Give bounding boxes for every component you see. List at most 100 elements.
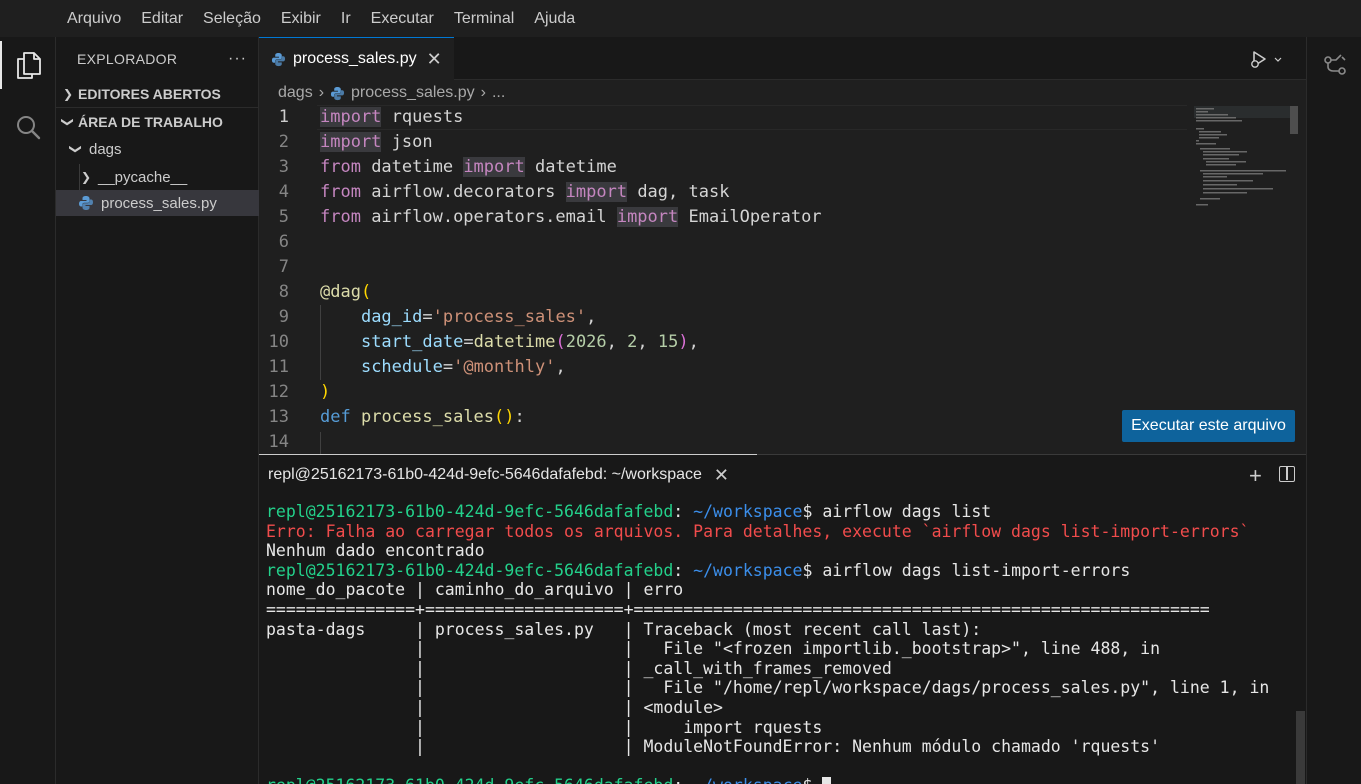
- close-terminal-icon[interactable]: ✕: [714, 465, 729, 486]
- table-row: | | File "<frozen importlib._bootstrap>"…: [266, 639, 1161, 659]
- more-actions-icon[interactable]: ···: [228, 50, 247, 68]
- explorer-title: EXPLORADOR: [77, 51, 178, 67]
- terminal-line: repl@25162173-61b0-424d-9efc-5646dafafeb…: [266, 560, 1131, 580]
- line-number: 14: [268, 432, 289, 452]
- menu-ajuda[interactable]: Ajuda: [524, 0, 585, 37]
- indent-guide: [320, 432, 321, 454]
- code-line: from airflow.operators.email import Emai…: [320, 207, 822, 227]
- code-editor[interactable]: 1 2 3 4 5 6 7 8 9 10 11 12 13 14 import …: [259, 104, 1306, 454]
- run-debug-icon: [1251, 51, 1266, 68]
- code-line: dag_id='process_sales',: [360, 307, 597, 327]
- split-terminal-icon[interactable]: [1279, 466, 1295, 482]
- code-line: ): [320, 382, 331, 402]
- tab-label: process_sales.py: [293, 50, 417, 67]
- terminal-error-line: Erro: Falha ao carregar todos os arquivo…: [266, 521, 1250, 541]
- run-debug-dropdown[interactable]: [1249, 47, 1289, 71]
- secondary-side-bar: [1306, 37, 1361, 784]
- file-process-sales[interactable]: process_sales.py: [56, 190, 259, 216]
- chevron-right-icon: ❯: [62, 87, 74, 101]
- folder-dags[interactable]: ❯ dags: [56, 136, 259, 162]
- line-number: 12: [268, 382, 289, 402]
- editor-tab-strip: process_sales.py ✕: [259, 37, 1306, 80]
- terminal-prompt-line[interactable]: repl@25162173-61b0-424d-9efc-5646dafafeb…: [266, 776, 832, 784]
- explorer-header: EXPLORADOR ···: [56, 37, 259, 81]
- folder-pycache-label: __pycache__: [98, 168, 188, 186]
- workspace-label: ÁREA DE TRABALHO: [78, 114, 223, 130]
- terminal-line: repl@25162173-61b0-424d-9efc-5646dafafeb…: [266, 502, 992, 521]
- line-number: 8: [278, 282, 289, 302]
- line-number: 3: [278, 157, 289, 177]
- chevron-right-icon: ❯: [80, 170, 92, 184]
- chevron-down-icon: ❯: [69, 143, 83, 155]
- menu-terminal[interactable]: Terminal: [444, 0, 524, 37]
- table-row: | | ModuleNotFoundError: Nenhum módulo c…: [266, 737, 1161, 757]
- menu-selecao[interactable]: Seleção: [193, 0, 271, 37]
- table-row: | | import rquests: [266, 717, 823, 737]
- terminal-line: Nenhum dado encontrado: [266, 541, 485, 561]
- line-number: 5: [278, 207, 289, 227]
- python-file-icon: [271, 52, 286, 66]
- table-row: | | <module>: [266, 698, 723, 717]
- file-process-sales-label: process_sales.py: [101, 194, 217, 212]
- python-file-icon: [330, 86, 345, 100]
- terminal-output[interactable]: repl@25162173-61b0-424d-9efc-5646dafafeb…: [259, 495, 1306, 784]
- code-line: schedule='@monthly',: [360, 357, 566, 377]
- menu-executar[interactable]: Executar: [361, 0, 444, 37]
- line-number: 7: [278, 257, 289, 277]
- open-editors-section[interactable]: ❯ EDITORES ABERTOS: [56, 81, 259, 107]
- chevron-down-icon: ❯: [61, 116, 75, 128]
- line-number: 1: [278, 107, 289, 127]
- line-number: 2: [278, 132, 289, 152]
- folder-pycache[interactable]: ❯ __pycache__: [56, 164, 259, 190]
- breadcrumb: dags › process_sales.py › ...: [278, 80, 505, 106]
- code-line: import rquests: [320, 107, 464, 127]
- table-header: nome_do_pacote | caminho_do_arquivo | er…: [266, 580, 684, 600]
- chevron-right-icon: ›: [480, 84, 486, 101]
- terminal-cursor: [822, 777, 832, 784]
- menu-ir[interactable]: Ir: [331, 0, 361, 37]
- line-number: 13: [268, 407, 289, 427]
- breadcrumb-file[interactable]: process_sales.py: [351, 84, 475, 102]
- folder-dags-label: dags: [89, 140, 122, 158]
- run-file-button[interactable]: Executar este arquivo: [1122, 410, 1295, 442]
- table-row: | | _call_with_frames_removed: [266, 658, 892, 678]
- search-button[interactable]: [0, 104, 56, 152]
- line-number: 9: [278, 307, 289, 327]
- explorer-sidebar: EXPLORADOR ··· ❯ EDITORES ABERTOS ❯ ÁREA…: [56, 37, 259, 784]
- menu-bar: Arquivo Editar Seleção Exibir Ir Executa…: [0, 0, 1361, 37]
- terminal-scrollbar[interactable]: [1296, 711, 1305, 784]
- files-icon: [17, 52, 41, 79]
- tab-process-sales[interactable]: process_sales.py ✕: [259, 37, 454, 80]
- code-line: def process_sales():: [320, 407, 525, 427]
- line-number: 11: [268, 357, 289, 377]
- terminal-tab-title[interactable]: repl@25162173-61b0-424d-9efc-5646dafafeb…: [268, 466, 702, 484]
- table-separator: ===============+====================+===…: [266, 600, 1210, 619]
- explorer-button[interactable]: [0, 41, 56, 89]
- breadcrumb-symbols[interactable]: ...: [492, 84, 505, 102]
- editor-scrollbar[interactable]: [1290, 106, 1298, 134]
- code-line: import json: [320, 132, 433, 152]
- table-row: | | File "/home/repl/workspace/dags/proc…: [266, 678, 1270, 698]
- chevron-down-icon: [1274, 57, 1282, 62]
- menu-arquivo[interactable]: Arquivo: [57, 0, 131, 37]
- minimap[interactable]: [1194, 106, 1290, 216]
- close-tab-icon[interactable]: ✕: [427, 49, 442, 70]
- breadcrumb-dags[interactable]: dags: [278, 84, 313, 102]
- menu-editar[interactable]: Editar: [131, 0, 193, 37]
- code-line: from datetime import datetime: [320, 157, 617, 177]
- line-number: 10: [268, 332, 289, 352]
- workspace-section[interactable]: ❯ ÁREA DE TRABALHO: [56, 109, 259, 135]
- chevron-right-icon: ›: [318, 84, 325, 101]
- line-number: 6: [278, 232, 289, 252]
- terminal-header: repl@25162173-61b0-424d-9efc-5646dafafeb…: [259, 455, 1306, 495]
- menu-exibir[interactable]: Exibir: [271, 0, 331, 37]
- source-control-graph-icon[interactable]: [1322, 52, 1348, 78]
- code-line: from airflow.decorators import dag, task: [320, 182, 730, 202]
- python-file-icon: [79, 196, 93, 210]
- indent-guide: [320, 305, 321, 380]
- code-line: start_date=datetime(2026, 2, 15),: [360, 332, 699, 352]
- line-number: 4: [278, 182, 289, 202]
- new-terminal-icon[interactable]: +: [1249, 463, 1262, 489]
- table-row: pasta-dags | process_sales.py | Tracebac…: [266, 619, 982, 639]
- code-line: @dag(: [320, 282, 372, 302]
